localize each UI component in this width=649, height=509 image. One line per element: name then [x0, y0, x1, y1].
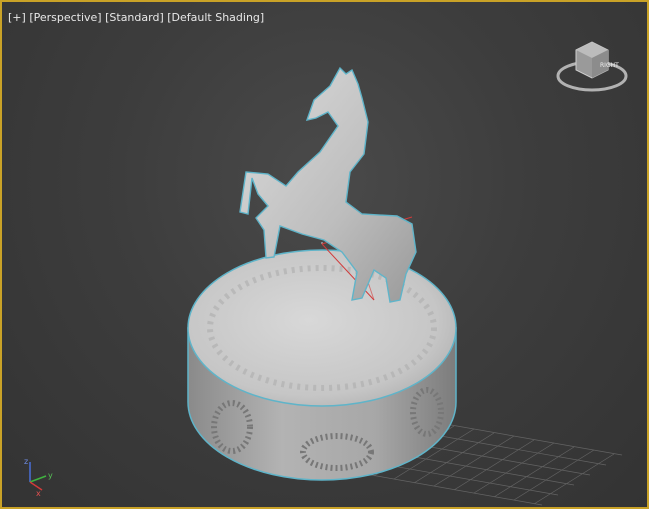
viewcube-icon[interactable]: RIGHT — [554, 32, 632, 102]
axis-tripod: z y x — [22, 454, 62, 498]
axis-x-label: x — [36, 489, 41, 498]
viewcube[interactable]: RIGHT — [554, 32, 632, 102]
viewcube-face-label: RIGHT — [600, 62, 619, 69]
axis-y-label: y — [48, 471, 53, 480]
axis-tripod-icon: z y x — [24, 457, 53, 498]
axis-z-label: z — [24, 457, 28, 466]
perspective-viewport[interactable]: [+] [Perspective] [Standard] [Default Sh… — [0, 0, 649, 509]
scene-canvas[interactable] — [2, 2, 647, 507]
pedestal-model[interactable] — [187, 249, 457, 481]
